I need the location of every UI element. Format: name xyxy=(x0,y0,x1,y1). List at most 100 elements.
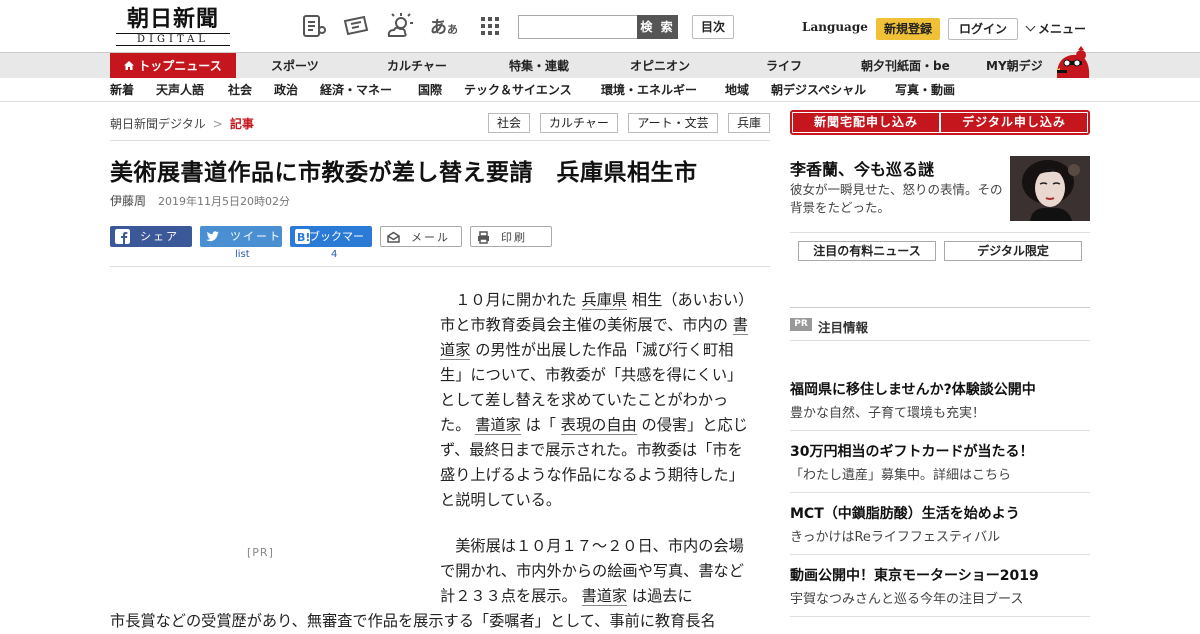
hatena-count[interactable]: 4 xyxy=(331,249,337,260)
mail-share-label: メール xyxy=(411,231,450,244)
subnav-photo-video[interactable]: 写真・動画 xyxy=(895,78,955,102)
breadcrumb-current: 記事 xyxy=(229,117,254,131)
pr-heading: 注目情報 xyxy=(818,320,869,335)
pr-badge: PR xyxy=(790,318,812,331)
mail-icon xyxy=(387,231,400,243)
newspaper-delivery-button[interactable]: 新聞宅配申し込み xyxy=(793,113,939,132)
divider xyxy=(790,554,1090,555)
printer-icon xyxy=(478,231,489,244)
ad-title[interactable]: 動画公開中！東京モーターショー2019 xyxy=(790,565,1039,585)
subnav-tech-science[interactable]: テック＆サイエンス xyxy=(464,78,572,102)
ad-title[interactable]: MCT（中鎖脂肪酸）生活を始めよう xyxy=(790,503,1020,523)
tag-hyogo[interactable]: 兵庫 xyxy=(728,113,770,133)
subnav-politics[interactable]: 政治 xyxy=(274,78,298,102)
keyword-link[interactable]: 書道家 xyxy=(581,587,628,606)
print-label: 印刷 xyxy=(501,231,527,244)
body-text: は過去に xyxy=(627,587,693,605)
ad-title[interactable]: 福岡県に移住しませんか?体験談公開中 xyxy=(790,379,1036,399)
divider xyxy=(110,266,770,267)
nav-newspaper[interactable]: 朝夕刊紙面・be xyxy=(861,53,950,79)
divider xyxy=(790,307,1090,308)
nav-my-asadigi[interactable]: MY朝デジ xyxy=(986,53,1043,79)
subscription-cta: 新聞宅配申し込み デジタル申し込み xyxy=(790,110,1090,135)
hatena-bookmark-label: ブックマーク xyxy=(309,230,364,264)
ticket-icon[interactable] xyxy=(342,12,370,40)
tag-culture[interactable]: カルチャー xyxy=(540,113,618,133)
publish-date: 2019年11月5日20時02分 xyxy=(158,195,290,208)
nav-top-news-label: トップニュース xyxy=(138,59,222,73)
digital-signup-button[interactable]: デジタル申し込み xyxy=(941,113,1087,132)
newspaper-icon[interactable] xyxy=(300,12,328,40)
breadcrumb: 朝日新聞デジタル > 記事 xyxy=(110,115,254,132)
register-button[interactable]: 新規登録 xyxy=(876,18,940,40)
article-headline: 美術展書道作品に市教委が差し替え要請 兵庫県相生市 xyxy=(110,160,698,186)
digital-only-button[interactable]: デジタル限定 xyxy=(944,241,1082,261)
keyword-link[interactable]: 兵庫県 xyxy=(581,291,628,310)
ad-subtitle[interactable]: きっかけはReライフフェスティバル xyxy=(790,526,1000,545)
logo-sub-text: DIGITAL xyxy=(116,33,230,46)
subnav-special[interactable]: 朝デジスペシャル xyxy=(771,78,866,102)
divider xyxy=(790,430,1090,431)
nav-top-news[interactable]: トップニュース xyxy=(110,53,236,79)
subnav-tensei-jingo[interactable]: 天声人語 xyxy=(156,78,204,102)
subnav-region[interactable]: 地域 xyxy=(725,78,749,102)
login-button[interactable]: ログイン xyxy=(948,18,1018,40)
keyword-link[interactable]: 書道家 xyxy=(475,416,521,435)
ad-title[interactable]: 30万円相当のギフトカードが当たる！ xyxy=(790,441,1033,461)
ad-pr-label: [PR] xyxy=(247,546,274,559)
facebook-icon xyxy=(115,229,130,244)
divider xyxy=(790,340,1090,341)
nav-life[interactable]: ライフ xyxy=(766,53,802,79)
subnav-latest[interactable]: 新着 xyxy=(110,78,134,102)
toc-button[interactable]: 目次 xyxy=(692,15,734,39)
ad-subtitle[interactable]: 宇賀なつみさんと巡る今年の注目ブース xyxy=(790,588,1023,607)
tag-society[interactable]: 社会 xyxy=(488,113,530,133)
mascot-icon[interactable] xyxy=(1054,44,1090,78)
promo-title[interactable]: 李香蘭、今も巡る謎 xyxy=(790,156,934,180)
portrait-illustration xyxy=(1010,156,1090,221)
hatena-bookmark-icon: B! xyxy=(295,229,310,244)
asahi-logo[interactable]: 朝日新聞 DIGITAL xyxy=(116,8,230,46)
search-input[interactable] xyxy=(518,15,638,39)
grid-menu-icon[interactable] xyxy=(476,12,504,40)
nav-sports[interactable]: スポーツ xyxy=(271,53,319,79)
nav-opinion[interactable]: オピニオン xyxy=(630,53,690,79)
promo-portrait-image[interactable] xyxy=(1010,156,1090,221)
weather-icon[interactable] xyxy=(386,12,414,40)
byline: 伊藤周 2019年11月5日20時02分 xyxy=(110,192,290,209)
home-icon xyxy=(124,61,135,70)
mail-share-button[interactable]: メール xyxy=(380,226,462,247)
body-text: １０月に開かれた xyxy=(440,291,582,309)
ad-subtitle[interactable]: 豊かな自然、子育て環境も充実！ xyxy=(790,402,985,421)
subnav-economy[interactable]: 経済・マネー xyxy=(320,78,392,102)
font-size-icon[interactable]: ああ xyxy=(430,13,458,41)
keyword-link[interactable]: 表現の自由 xyxy=(560,416,637,435)
menu-button[interactable]: メニュー xyxy=(1025,20,1086,37)
language-link[interactable]: Language xyxy=(802,20,868,34)
ad-subtitle[interactable]: 「わたし遺産」募集中。詳細はこちら xyxy=(790,464,1011,483)
divider xyxy=(110,140,770,141)
print-button[interactable]: 印刷 xyxy=(470,226,552,247)
article-paragraph-2: 美術展は１０月１７～２０日、市内の会場で開かれ、市内外からの絵画や写真、書など計… xyxy=(440,534,752,609)
divider xyxy=(790,492,1090,493)
subnav-society[interactable]: 社会 xyxy=(228,78,252,102)
promo-description[interactable]: 彼女が一瞬見せた、怒りの表情。その背景をたどった。 xyxy=(790,181,1005,217)
subnav-environment[interactable]: 環境・エネルギー xyxy=(601,78,697,102)
divider xyxy=(790,232,1090,233)
breadcrumb-site[interactable]: 朝日新聞デジタル xyxy=(110,117,206,131)
twitter-count[interactable]: list xyxy=(235,249,250,260)
article-paragraph-3: 市長賞などの受賞歴があり、無審査で作品を展示する「委嘱者」として、事前に教育長名 xyxy=(110,612,716,630)
search-button[interactable]: 検 索 xyxy=(637,15,678,39)
main-nav: トップニュース スポーツ カルチャー 特集・連載 オピニオン ライフ 朝夕刊紙面… xyxy=(0,52,1200,79)
nav-culture[interactable]: カルチャー xyxy=(387,53,447,79)
author-name: 伊藤周 xyxy=(110,194,147,208)
nav-features[interactable]: 特集・連載 xyxy=(509,53,569,79)
tag-art-literature[interactable]: アート・文芸 xyxy=(628,113,718,133)
article-paragraph-1: １０月に開かれた 兵庫県 相生（あいおい）市と市教育委員会主催の美術展で、市内の… xyxy=(440,288,752,513)
hatena-bookmark-button[interactable]: B! ブックマーク xyxy=(290,226,372,264)
facebook-share-button[interactable]: シェア xyxy=(110,226,192,247)
premium-news-button[interactable]: 注目の有料ニュース xyxy=(798,241,936,261)
subnav-international[interactable]: 国際 xyxy=(418,78,442,102)
twitter-share-button[interactable]: ツイート xyxy=(200,226,282,247)
logo-main-text: 朝日新聞 xyxy=(126,6,219,32)
